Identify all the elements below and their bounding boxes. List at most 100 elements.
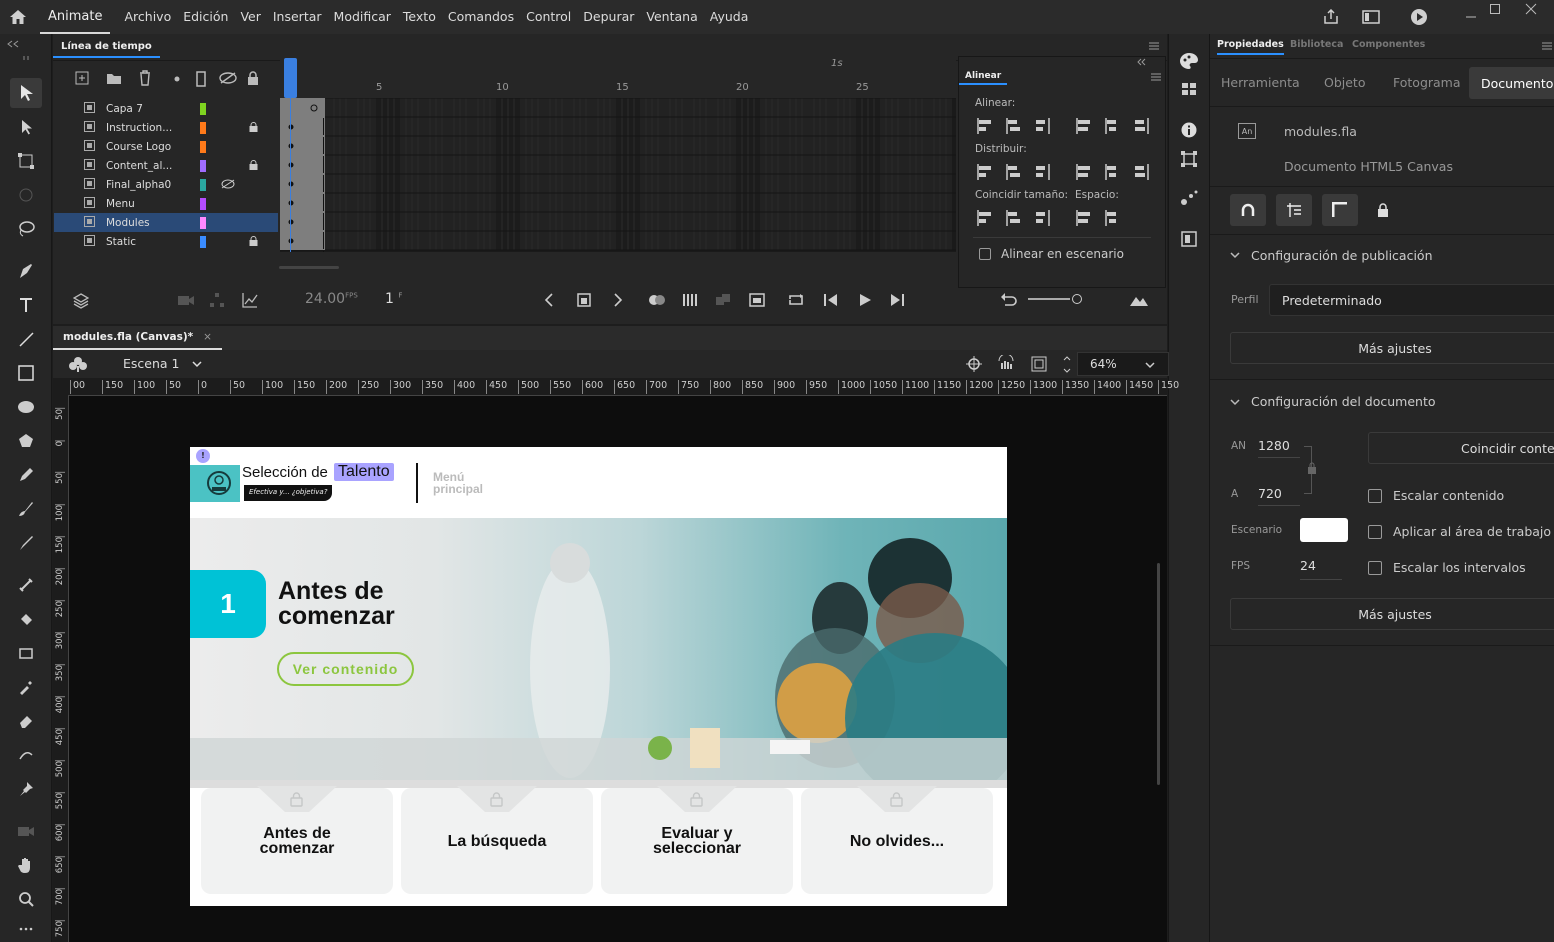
brush-tool-icon[interactable] [10, 528, 42, 558]
menu-item-0[interactable]: Archivo [118, 0, 177, 34]
more-tools-icon[interactable] [10, 918, 42, 940]
main-menu-link[interactable]: Menú principal [433, 471, 483, 495]
polystar-tool-icon[interactable] [10, 426, 42, 456]
align-tab[interactable]: Alinear [959, 67, 1008, 85]
timeline-zoom-slider[interactable] [1028, 298, 1070, 300]
layer-name[interactable]: Static [106, 236, 198, 248]
subtab-frame[interactable]: Fotograma [1393, 75, 1461, 90]
onion-skin-icon[interactable] [648, 293, 666, 307]
layer-lock-icon[interactable] [249, 122, 258, 132]
space-vertical-icon[interactable] [1105, 209, 1123, 227]
minimize-icon[interactable] [1458, 0, 1484, 34]
layer-hidden-icon[interactable] [221, 179, 235, 189]
eraser-tool-icon[interactable] [10, 706, 42, 736]
profile-select[interactable]: Predeterminado [1269, 284, 1554, 316]
zoom-input[interactable]: 64% [1077, 352, 1169, 376]
menu-item-7[interactable]: Control [520, 0, 577, 34]
parenting-icon[interactable] [209, 292, 225, 308]
timeline-tab[interactable]: Línea de tiempo [53, 38, 160, 58]
paste-frames-icon[interactable] [715, 293, 731, 307]
more-settings-button-2[interactable]: Más ajustes [1230, 598, 1554, 630]
outline-layers-icon[interactable] [196, 71, 206, 87]
camera-icon[interactable] [177, 293, 195, 307]
tab-library[interactable]: Biblioteca [1290, 39, 1343, 50]
step-forward-icon[interactable] [889, 293, 905, 307]
chevron-left-icon[interactable] [544, 293, 554, 307]
chevron-down-icon[interactable] [1230, 251, 1240, 259]
distribute-right-icon[interactable] [1133, 163, 1151, 181]
document-tab[interactable]: modules.fla (Canvas)* × [53, 326, 222, 350]
layer-lock-icon[interactable] [249, 236, 258, 246]
transform-icon[interactable] [1181, 151, 1197, 167]
layer-row[interactable]: Final_alpha0 [54, 175, 278, 194]
subtab-document[interactable]: Documento [1469, 67, 1554, 99]
menu-item-9[interactable]: Ventana [640, 0, 703, 34]
motion-presets-icon[interactable] [1180, 190, 1198, 206]
frames-grid[interactable] [280, 98, 956, 252]
asset-warp-tool-icon[interactable] [10, 638, 42, 668]
match-height-icon[interactable] [1006, 209, 1024, 227]
layer-color-swatch[interactable] [200, 216, 206, 229]
mountain-icon[interactable] [1129, 293, 1149, 307]
insert-keyframe-icon[interactable] [749, 293, 765, 307]
distribute-top-icon[interactable] [977, 163, 995, 181]
oval-tool-icon[interactable] [10, 392, 42, 422]
rulers-icon[interactable] [1322, 194, 1358, 226]
frame-ruler[interactable]: 5 10 15 20 25 1s [280, 56, 956, 98]
scene-selector[interactable]: Escena 1 [123, 356, 179, 371]
layer-row[interactable]: Menu [54, 194, 278, 213]
new-layer-icon[interactable] [75, 71, 89, 85]
menu-item-3[interactable]: Insertar [267, 0, 328, 34]
chevron-down-icon[interactable] [1230, 398, 1240, 406]
view-content-button[interactable]: Ver contenido [277, 652, 414, 686]
3d-rotation-tool-icon[interactable] [10, 180, 42, 210]
align-vcenter-icon[interactable] [1105, 117, 1123, 135]
layer-color-swatch[interactable] [200, 140, 206, 153]
swatches-icon[interactable] [1181, 82, 1197, 96]
menu-item-5[interactable]: Texto [397, 0, 442, 34]
align-bottom-icon[interactable] [1133, 117, 1151, 135]
distribute-vcenter-icon[interactable] [1006, 163, 1024, 181]
distribute-hcenter-icon[interactable] [1105, 163, 1123, 181]
height-field[interactable]: 720 [1258, 486, 1300, 506]
center-frame-icon[interactable] [577, 293, 591, 307]
subselection-tool-icon[interactable] [10, 112, 42, 142]
layer-row[interactable]: Static [54, 232, 278, 251]
paint-brush-tool-icon[interactable] [10, 494, 42, 524]
delete-layer-icon[interactable] [138, 70, 152, 86]
layer-color-swatch[interactable] [200, 159, 206, 172]
layer-color-swatch[interactable] [200, 197, 206, 210]
stage-v-scrollbar[interactable] [1157, 563, 1160, 785]
loop-icon[interactable] [787, 292, 805, 308]
distribute-bottom-icon[interactable] [1034, 163, 1052, 181]
layer-name[interactable]: Instruction... [106, 122, 198, 134]
collapse-panel-icon[interactable] [6, 40, 20, 48]
layer-name[interactable]: Modules [106, 217, 198, 229]
fps-field[interactable]: 24 [1300, 558, 1342, 580]
layer-row[interactable]: Capa 7 [54, 99, 278, 118]
timeline-h-scrollbar[interactable] [279, 266, 339, 269]
width-field[interactable]: 1280 [1258, 438, 1300, 458]
bone-tool-icon[interactable] [10, 570, 42, 600]
menu-item-6[interactable]: Comandos [442, 0, 520, 34]
layer-depth-icon[interactable] [73, 293, 89, 309]
edit-multiple-frames-icon[interactable] [682, 292, 698, 308]
layer-name[interactable]: Capa 7 [106, 103, 198, 115]
width-tool-icon[interactable] [10, 740, 42, 770]
tab-properties[interactable]: Propiedades [1217, 39, 1284, 55]
pin-tool-icon[interactable] [10, 774, 42, 804]
space-horizontal-icon[interactable] [1076, 209, 1094, 227]
tab-components[interactable]: Componentes [1352, 39, 1425, 50]
match-size-icon[interactable] [1034, 209, 1052, 227]
lock-layers-icon[interactable] [247, 71, 259, 85]
paint-bucket-tool-icon[interactable] [10, 604, 42, 634]
align-left-icon[interactable] [977, 117, 995, 135]
free-transform-tool-icon[interactable] [10, 146, 42, 176]
hand-tool-icon[interactable] [10, 850, 42, 880]
app-name-tab[interactable]: Animate [40, 0, 111, 34]
components-icon[interactable] [1181, 231, 1197, 247]
clip-content-icon[interactable] [1031, 356, 1047, 372]
more-settings-button[interactable]: Más ajustes [1230, 332, 1554, 364]
menu-item-10[interactable]: Ayuda [704, 0, 755, 34]
align-to-stage-checkbox[interactable] [979, 248, 991, 260]
